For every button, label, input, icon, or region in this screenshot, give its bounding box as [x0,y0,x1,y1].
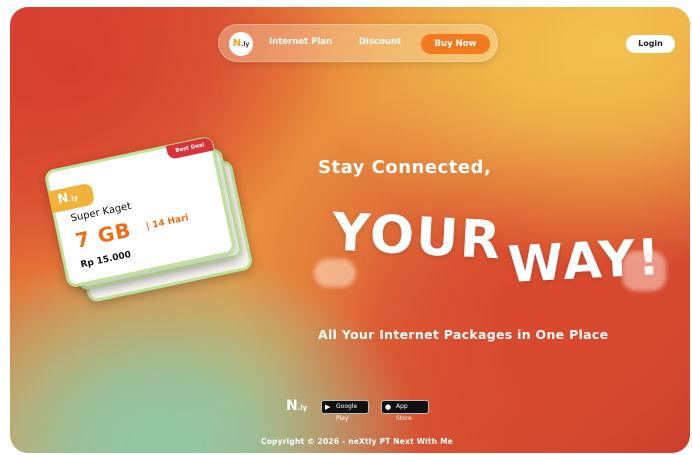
hero-subtitle: All Your Internet Packages in One Place [318,327,609,342]
navbar: N.ly Internet Plan Discount Buy Now [218,24,498,62]
plan-data-amount: 7 GB [73,217,134,253]
google-play-button[interactable]: ▶ Google Play [321,400,369,422]
plan-duration: | 14 Hari [145,213,190,232]
google-play-label: Google Play [336,403,358,422]
nav-link-internet-plan[interactable]: Internet Plan [269,37,332,47]
blur-decoration [622,251,666,291]
plan-price: Rp 15.000 [79,249,132,271]
hero-frame: N.ly Internet Plan Discount Buy Now Logi… [10,7,690,453]
hero-tagline: Stay Connected, [318,157,492,178]
best-deal-badge: Best Deal [166,136,214,160]
copyright-text: Copyright © 2026 - neXtly PT Next With M… [261,437,454,446]
hero-title-line1: YOUR [330,202,504,272]
nav-link-discount[interactable]: Discount [359,37,401,47]
buy-now-button[interactable]: Buy Now [421,34,490,54]
brand-logo[interactable]: N.ly [229,32,253,56]
footer-logo: N.ly [286,398,308,414]
apple-icon: ● [385,403,392,411]
google-play-icon: ▶ [325,403,331,411]
app-store-button[interactable]: ● App Store [381,400,429,422]
login-button[interactable]: Login [626,35,675,53]
app-store-label: App Store [396,403,412,422]
